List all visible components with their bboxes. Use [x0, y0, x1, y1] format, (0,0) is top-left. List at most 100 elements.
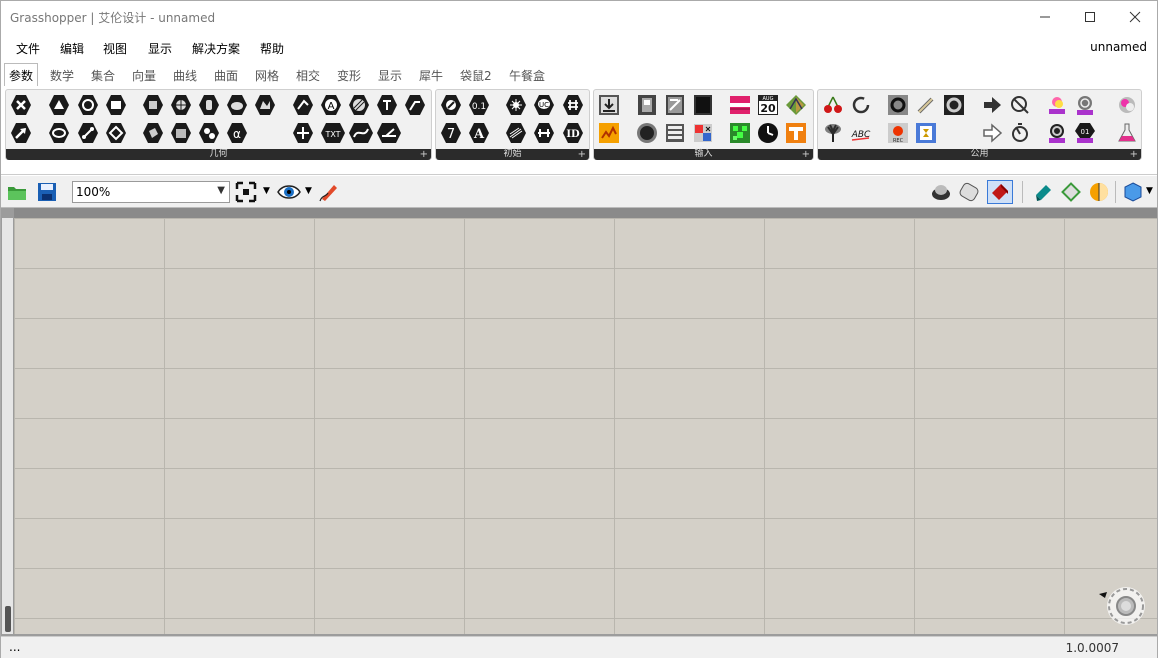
relay-outline-icon[interactable] [980, 121, 1004, 145]
tab-lunchbox[interactable]: 午餐盒 [509, 67, 545, 84]
tab-maths[interactable]: 数学 [50, 67, 74, 84]
bezier-graph-icon[interactable] [784, 121, 808, 145]
data-dam-outline-icon[interactable] [1008, 121, 1032, 145]
preview-selected-button[interactable] [987, 180, 1013, 204]
color-param-icon[interactable]: UC [532, 93, 556, 117]
guid-param-icon[interactable]: ID [561, 121, 585, 145]
interval-param-icon[interactable] [532, 121, 556, 145]
vertical-scrollbar[interactable] [2, 218, 13, 634]
geometry-param-icon[interactable] [9, 93, 33, 117]
minimize-button[interactable] [1022, 1, 1068, 33]
curve-param-icon[interactable] [347, 121, 375, 145]
flask-icon[interactable] [1115, 121, 1139, 145]
text-tag-icon[interactable]: TXT [319, 121, 347, 145]
vector-param-icon[interactable] [9, 121, 33, 145]
preview-shaded-button[interactable] [957, 180, 981, 204]
document-preview-button[interactable] [1031, 180, 1055, 204]
calendar-icon[interactable]: AUG 20 [756, 93, 780, 117]
panel-primitive-footer[interactable]: 初始 + [436, 149, 589, 160]
menu-help[interactable]: 帮助 [260, 40, 284, 57]
tab-rhino[interactable]: 犀牛 [419, 67, 443, 84]
integer-param-icon[interactable] [561, 93, 585, 117]
menu-view[interactable]: 视图 [103, 40, 127, 57]
tab-sets[interactable]: 集合 [91, 67, 115, 84]
string-param-icon[interactable]: A [467, 121, 491, 145]
tab-surface[interactable]: 曲面 [214, 67, 238, 84]
data-dam-icon[interactable] [1008, 93, 1032, 117]
graph-mapper-icon[interactable] [784, 93, 808, 117]
group-param-icon[interactable] [169, 121, 193, 145]
panel-primitive-expand[interactable]: + [578, 149, 586, 160]
display-mode-dropdown-icon[interactable]: ▼ [1146, 186, 1153, 196]
galapagos-icon[interactable] [821, 121, 845, 145]
panel-geometry-footer[interactable]: 几何 + [6, 149, 431, 160]
circle-param-icon[interactable] [47, 121, 71, 145]
object-blender-icon[interactable] [1115, 93, 1139, 117]
tab-display[interactable]: 显示 [378, 67, 402, 84]
gradient-sampler-icon[interactable] [1045, 93, 1069, 117]
output-meter-icon[interactable] [1045, 121, 1069, 145]
panel-input-footer[interactable]: 输入 + [594, 149, 813, 160]
record-icon[interactable]: REC [886, 121, 910, 145]
preview-button[interactable] [277, 180, 301, 204]
save-file-button[interactable] [35, 180, 59, 204]
toggle-icon[interactable] [635, 93, 659, 117]
number-sampler-icon[interactable]: 01 [1073, 121, 1097, 145]
angle-param-icon[interactable] [375, 121, 403, 145]
plane-param-icon[interactable] [104, 121, 128, 145]
vertical-scrollbar-thumb[interactable] [5, 606, 11, 632]
zoom-select[interactable]: 100% ▼ [72, 181, 230, 203]
mesh-param-icon[interactable] [169, 93, 193, 117]
point-param-icon[interactable] [291, 121, 315, 145]
control-knob-icon[interactable] [691, 121, 715, 145]
panel-geometry-expand[interactable]: + [420, 149, 428, 160]
line-param-icon[interactable] [76, 121, 100, 145]
boolean-param-icon[interactable] [439, 93, 463, 117]
zoom-extents-button[interactable] [234, 180, 258, 204]
mesh-quality-button[interactable] [1059, 180, 1083, 204]
matrix-param-icon[interactable] [504, 121, 528, 145]
cube-param-icon[interactable] [141, 93, 165, 117]
display-mode-button[interactable] [1121, 180, 1145, 204]
tab-transform[interactable]: 变形 [337, 67, 361, 84]
panel-util-footer[interactable]: 公用 + [818, 149, 1141, 160]
zoom-extents-dropdown-icon[interactable]: ▼ [263, 186, 270, 196]
clock-icon[interactable] [756, 121, 780, 145]
twisted-box-param-icon[interactable] [141, 121, 165, 145]
atom-param-icon[interactable]: α [225, 121, 249, 145]
location-param-icon[interactable] [197, 121, 221, 145]
spiral-sampler-icon[interactable] [1073, 93, 1097, 117]
leader-param-icon[interactable] [403, 93, 427, 117]
open-file-button[interactable] [5, 180, 29, 204]
geometry-pipeline-icon[interactable] [291, 93, 315, 117]
field-param-icon[interactable] [253, 93, 277, 117]
cluster-icon[interactable] [849, 93, 873, 117]
panel-icon[interactable] [691, 93, 715, 117]
image-sampler-icon[interactable] [728, 121, 752, 145]
hatch-param-icon[interactable] [347, 93, 371, 117]
panel-util-expand[interactable]: + [1130, 149, 1138, 160]
gradient-icon[interactable] [728, 93, 752, 117]
dimension-param-icon[interactable] [375, 93, 399, 117]
data-input-icon[interactable] [597, 93, 621, 117]
tab-intersect[interactable]: 相交 [296, 67, 320, 84]
abc-text-icon[interactable]: ABC [849, 121, 873, 145]
maximize-button[interactable] [1067, 1, 1113, 33]
mdslider-icon[interactable] [597, 121, 621, 145]
grasshopper-canvas[interactable] [14, 218, 1157, 634]
cluster-output-icon[interactable] [942, 93, 966, 117]
tab-curve[interactable]: 曲线 [173, 67, 197, 84]
sketch-button[interactable] [317, 180, 341, 204]
button-object-icon[interactable] [635, 121, 659, 145]
timer-icon[interactable] [914, 121, 938, 145]
menu-edit[interactable]: 编辑 [60, 40, 84, 57]
cluster-input-icon[interactable] [886, 93, 910, 117]
slider-icon[interactable] [663, 93, 687, 117]
close-button[interactable] [1112, 1, 1158, 33]
panel-input-expand[interactable]: + [802, 149, 810, 160]
box-param-icon[interactable] [47, 93, 71, 117]
digit-param-icon[interactable]: 7 [439, 121, 463, 145]
canvas-navigation-widget[interactable] [1097, 584, 1145, 628]
menu-file[interactable]: 文件 [16, 40, 40, 57]
domain-param-icon[interactable] [504, 93, 528, 117]
